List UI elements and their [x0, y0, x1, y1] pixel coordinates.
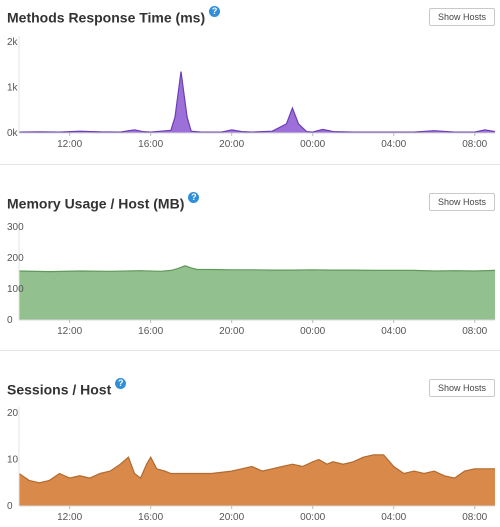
x-tick-label: 00:00	[300, 512, 325, 523]
x-tick-label: 20:00	[219, 139, 244, 150]
x-tick-label: 20:00	[219, 512, 244, 523]
x-tick-label: 04:00	[381, 139, 406, 150]
area-fill	[19, 265, 495, 320]
x-tick-label: 00:00	[300, 326, 325, 337]
panel-response-time: Methods Response Time (ms)? Show Hosts 0…	[0, 6, 500, 158]
y-tick-label: 0	[7, 315, 13, 326]
divider	[0, 350, 500, 351]
x-tick-label: 12:00	[57, 139, 82, 150]
y-tick-label: 200	[7, 253, 24, 264]
panel-sessions: Sessions / Host? Show Hosts 0 10 20 12:00 16…	[0, 374, 500, 524]
y-tick-label: 0	[7, 501, 13, 512]
sessions-chart: 0 10 20 12:00 16:00 20:00 00:00 04:00 08:00	[7, 407, 495, 523]
y-tick-label: 2k	[7, 37, 19, 48]
area-fill	[19, 454, 495, 506]
x-tick-label: 20:00	[219, 326, 244, 337]
y-tick-label: 100	[7, 284, 24, 295]
x-tick-label: 16:00	[138, 326, 163, 337]
x-tick-label: 16:00	[138, 139, 163, 150]
x-tick-label: 04:00	[381, 326, 406, 337]
x-tick-label: 08:00	[462, 512, 487, 523]
y-tick-label: 10	[7, 455, 19, 466]
divider	[0, 164, 500, 165]
memory-usage-chart: 0 100 200 300 12:00 16:00 20:00 00:00 04:00 08:00	[7, 221, 496, 337]
y-tick-label: 1k	[7, 83, 19, 94]
x-tick-label: 08:00	[462, 139, 487, 150]
y-tick-label: 20	[7, 408, 19, 419]
y-tick-label: 0k	[7, 128, 19, 139]
x-tick-label: 08:00	[462, 326, 487, 337]
x-tick-label: 12:00	[57, 512, 82, 523]
x-tick-label: 16:00	[138, 512, 163, 523]
series-line	[18, 71, 496, 133]
y-tick-label: 300	[7, 222, 24, 233]
x-tick-label: 00:00	[300, 139, 325, 150]
area-fill	[19, 71, 495, 133]
response-time-chart: 0k 1k 2k 12:00 16:00 20:00 00:00 04:00 08:00	[7, 36, 496, 150]
panel-memory-usage: Memory Usage / Host (MB)? Show Hosts 0 10…	[0, 188, 500, 338]
x-tick-label: 04:00	[381, 512, 406, 523]
x-tick-label: 12:00	[57, 326, 82, 337]
